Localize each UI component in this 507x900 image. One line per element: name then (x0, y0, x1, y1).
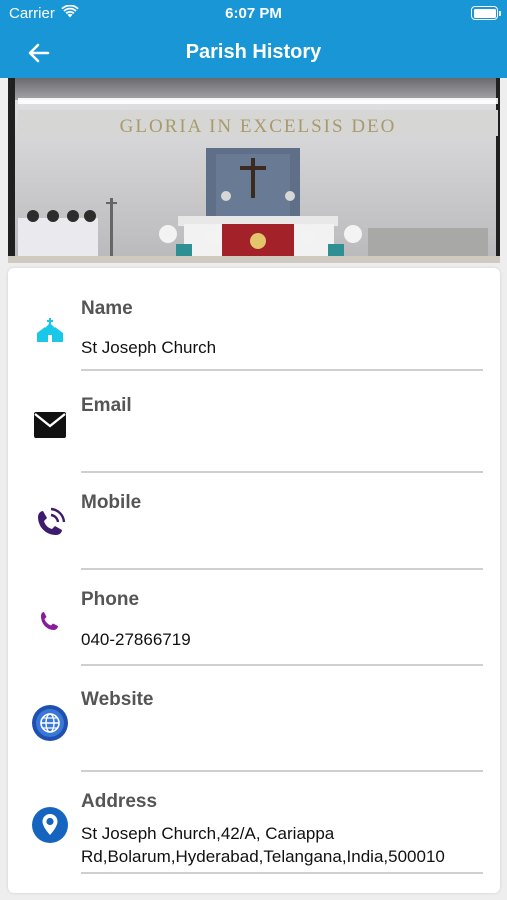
globe-icon (30, 703, 70, 743)
phone-ringing-icon (30, 503, 70, 543)
envelope-icon (30, 405, 70, 445)
inscription-text: GLORIA IN EXCELSIS DEO (120, 116, 397, 137)
status-time: 6:07 PM (225, 5, 282, 22)
parish-details-card: Name St Joseph Church Email Mobile Phone… (8, 268, 500, 893)
nav-bar: Parish History (0, 28, 507, 78)
battery-icon (471, 6, 501, 20)
phone-value[interactable]: 040-27866719 (81, 629, 486, 651)
church-interior-image: GLORIA IN EXCELSIS DEO (8, 78, 500, 263)
address-divider (81, 872, 483, 874)
website-label: Website (81, 689, 154, 710)
status-bar: Carrier 6:07 PM (0, 0, 507, 28)
website-divider (81, 770, 483, 772)
name-divider (81, 369, 483, 371)
phone-label: Phone (81, 589, 140, 610)
email-label: Email (81, 395, 132, 416)
page-title: Parish History (185, 41, 322, 63)
address-line-2: Rd,Bolarum,Hyderabad,Telangana,India,500… (81, 847, 445, 866)
location-pin-icon (30, 805, 70, 845)
name-label: Name (81, 298, 133, 319)
name-value: St Joseph Church (81, 338, 217, 357)
mobile-label: Mobile (81, 492, 142, 513)
phone-divider (81, 664, 483, 666)
email-divider (81, 471, 483, 473)
mobile-divider (81, 568, 483, 570)
church-icon (30, 310, 70, 350)
address-line-1: St Joseph Church,42/A, Cariappa (81, 824, 335, 843)
phone-icon (30, 602, 70, 642)
address-label: Address (81, 791, 158, 812)
